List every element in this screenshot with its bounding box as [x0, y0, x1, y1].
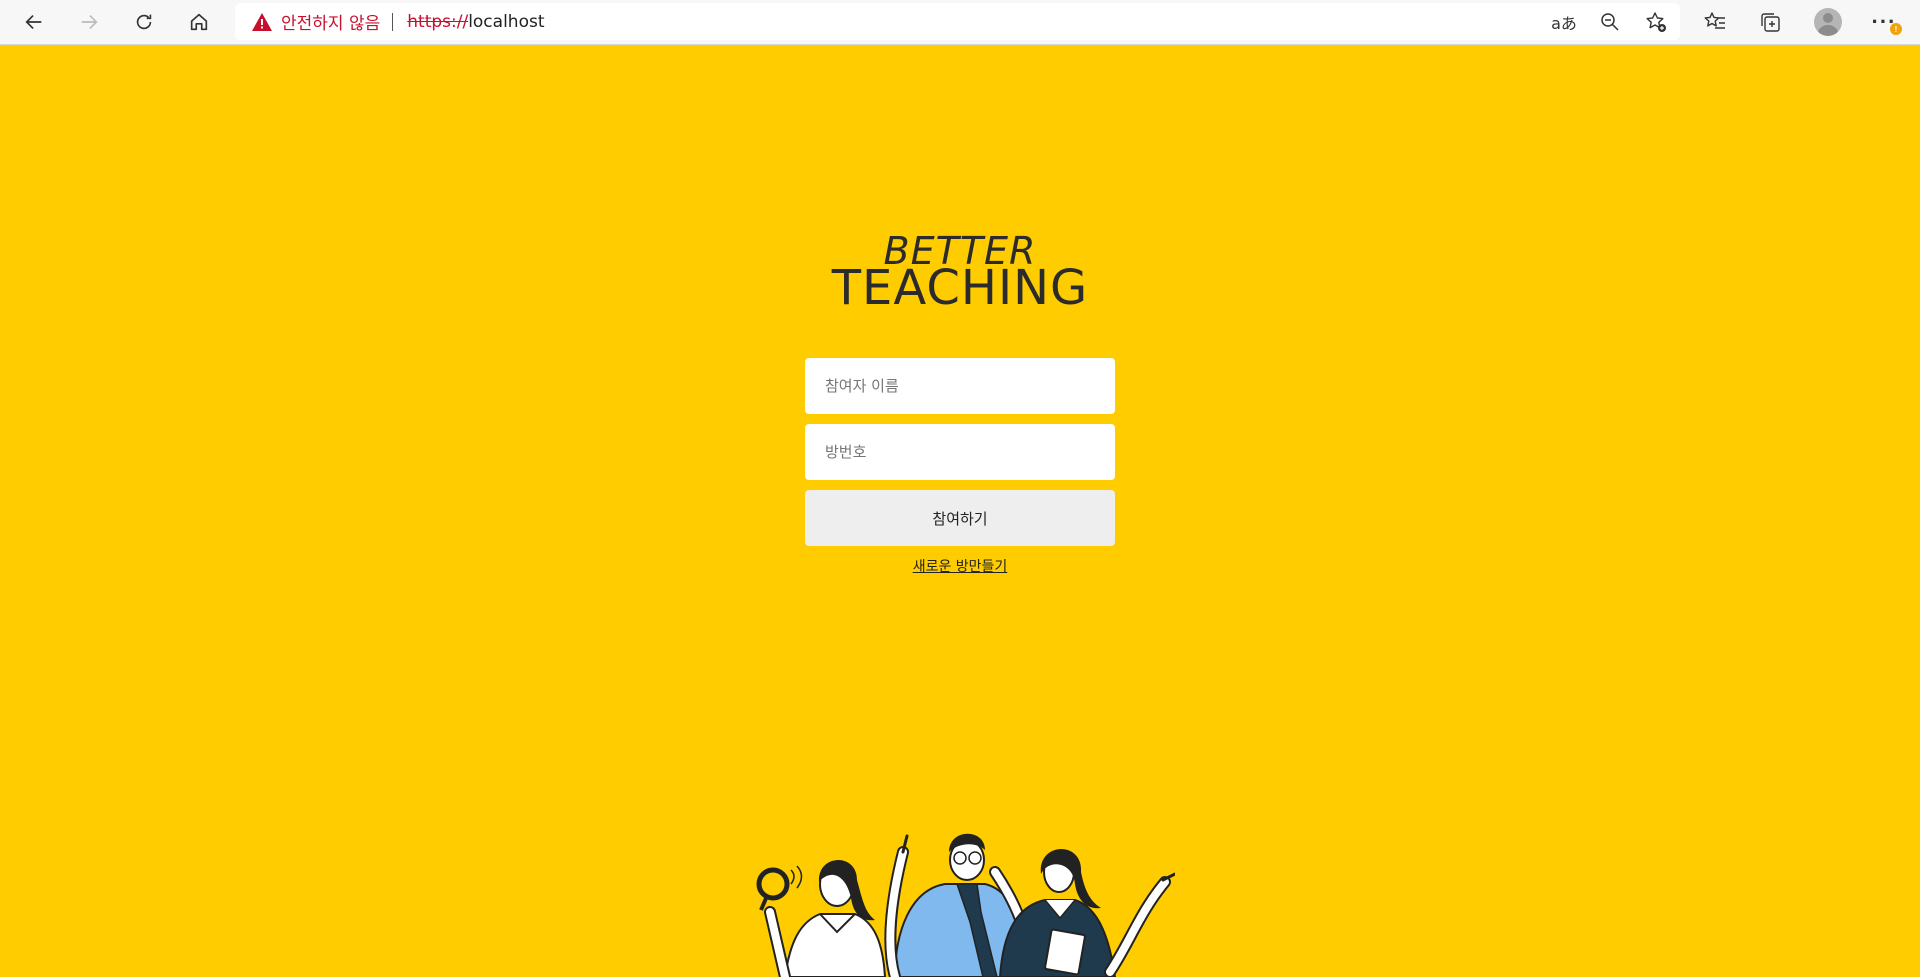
address-divider	[392, 12, 394, 31]
room-number-input[interactable]	[805, 424, 1115, 480]
app-logo: BETTER TEACHING	[0, 232, 1920, 312]
back-icon	[25, 14, 42, 30]
profile-button[interactable]	[1810, 4, 1846, 40]
woman-with-magnifier	[756, 859, 887, 977]
zoom-out-icon[interactable]	[1594, 6, 1626, 38]
warning-icon[interactable]	[251, 12, 273, 32]
add-favorite-icon[interactable]	[1640, 6, 1672, 38]
forward-icon	[81, 14, 98, 30]
address-bar[interactable]: 안전하지 않음 https://localhost aあ	[235, 3, 1680, 40]
new-room-container: 새로운 방만들기	[0, 556, 1920, 576]
more-icon: ···!	[1872, 9, 1903, 35]
refresh-icon	[136, 14, 152, 30]
collections-icon	[1761, 13, 1780, 32]
favorites-button[interactable]	[1697, 4, 1733, 40]
join-button[interactable]: 참여하기	[805, 490, 1115, 546]
more-button[interactable]: ···!	[1866, 4, 1903, 40]
profile-icon	[1814, 8, 1842, 36]
favorites-icon	[1704, 12, 1725, 29]
read-aloud-icon[interactable]: aあ	[1548, 6, 1580, 38]
home-button[interactable]	[181, 4, 217, 40]
address-bar-actions: aあ	[1548, 3, 1672, 40]
forward-button[interactable]	[71, 4, 107, 40]
back-button[interactable]	[16, 4, 52, 40]
browser-toolbar: 안전하지 않음 https://localhost aあ ···!	[0, 0, 1920, 45]
url-text[interactable]: https://localhost	[407, 12, 544, 32]
team-illustration	[756, 833, 1175, 977]
update-badge: !	[1890, 23, 1903, 35]
logo-line-teaching: TEACHING	[831, 260, 1089, 316]
collections-button[interactable]	[1752, 4, 1788, 40]
participant-name-input[interactable]	[805, 358, 1115, 414]
woman-with-tablet	[998, 848, 1175, 977]
create-new-room-link[interactable]: 새로운 방만들기	[913, 559, 1008, 575]
home-icon	[190, 13, 208, 31]
url-scheme: https://	[407, 11, 469, 32]
url-host: localhost	[468, 11, 545, 32]
refresh-button[interactable]	[126, 4, 162, 40]
security-warning[interactable]: 안전하지 않음	[281, 9, 380, 34]
